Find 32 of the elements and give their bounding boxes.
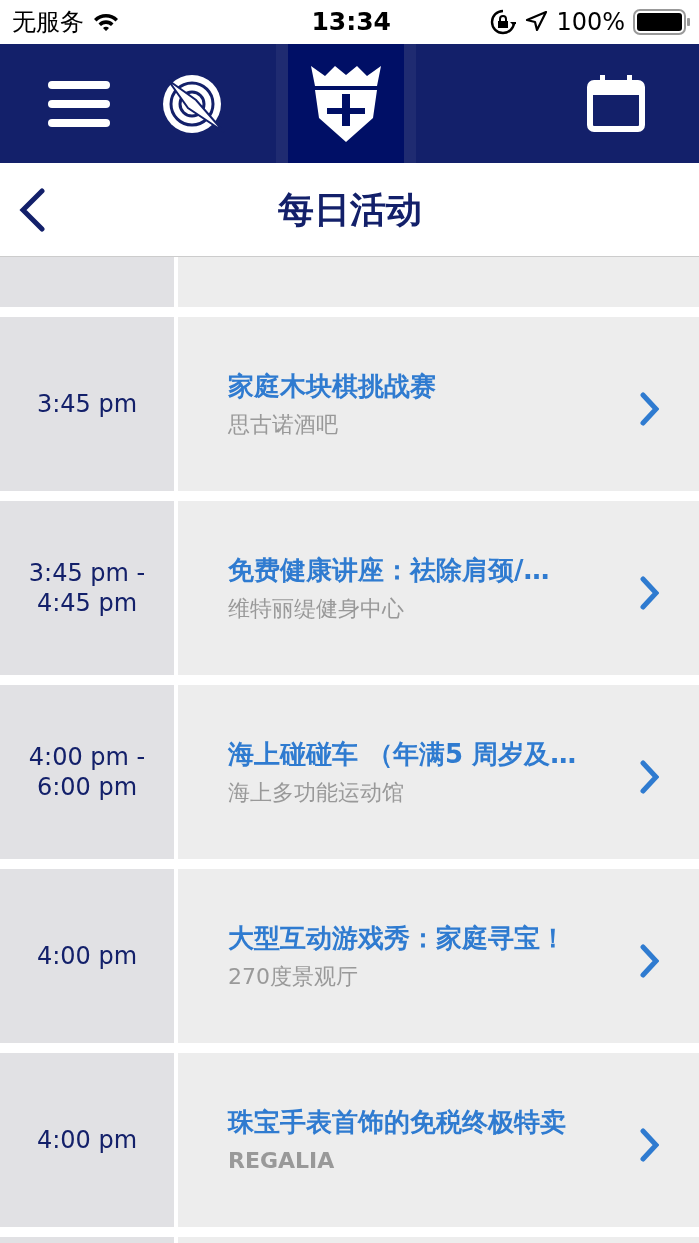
activity-location: 思古诺酒吧 — [228, 411, 339, 439]
battery-icon — [633, 9, 691, 35]
activity-location: 270度景观厅 — [228, 963, 359, 991]
chevron-right-icon — [639, 944, 659, 978]
page-title: 每日活动 — [277, 188, 422, 230]
activity-time: 4:00 pm — [36, 1125, 138, 1155]
menu-icon[interactable] — [48, 78, 110, 129]
activity-title: 海上碰碰车 （年满5 周岁及… — [228, 738, 578, 771]
activity-time: 3:45 pm - 4:45 pm — [27, 558, 147, 618]
back-icon[interactable] — [18, 187, 46, 232]
activity-title: 大型互动游戏秀：家庭寻宝！ — [228, 922, 567, 955]
location-icon — [524, 10, 549, 34]
activity-time: 3:45 pm — [36, 389, 138, 419]
battery-percentage: 100% — [556, 7, 625, 38]
chevron-right-icon — [639, 576, 659, 610]
activity-time: 4:00 pm — [36, 941, 138, 971]
activity-location: 维特丽缇健身中心 — [228, 595, 405, 623]
chevron-right-icon — [639, 392, 659, 426]
chevron-right-icon — [639, 1128, 659, 1162]
crown-anchor-logo[interactable] — [309, 63, 383, 144]
activity-title: 免费健康讲座：祛除肩颈/… — [228, 554, 551, 587]
activity-location: 海上多功能运动馆 — [228, 779, 405, 807]
activity-location: REGALIA — [228, 1147, 336, 1175]
activity-title: 珠宝手表首饰的免税终极特卖 — [228, 1106, 567, 1139]
activity-title: 家庭木块棋挑战赛 — [228, 370, 437, 403]
rotation-lock-icon — [490, 9, 517, 35]
carrier-label: 无服务 — [12, 7, 84, 38]
status-time: 13:34 — [311, 7, 391, 37]
calendar-icon[interactable] — [587, 74, 645, 133]
chevron-right-icon — [639, 760, 659, 794]
wifi-icon — [92, 12, 120, 32]
activity-time: 4:00 pm - 6:00 pm — [27, 742, 147, 802]
